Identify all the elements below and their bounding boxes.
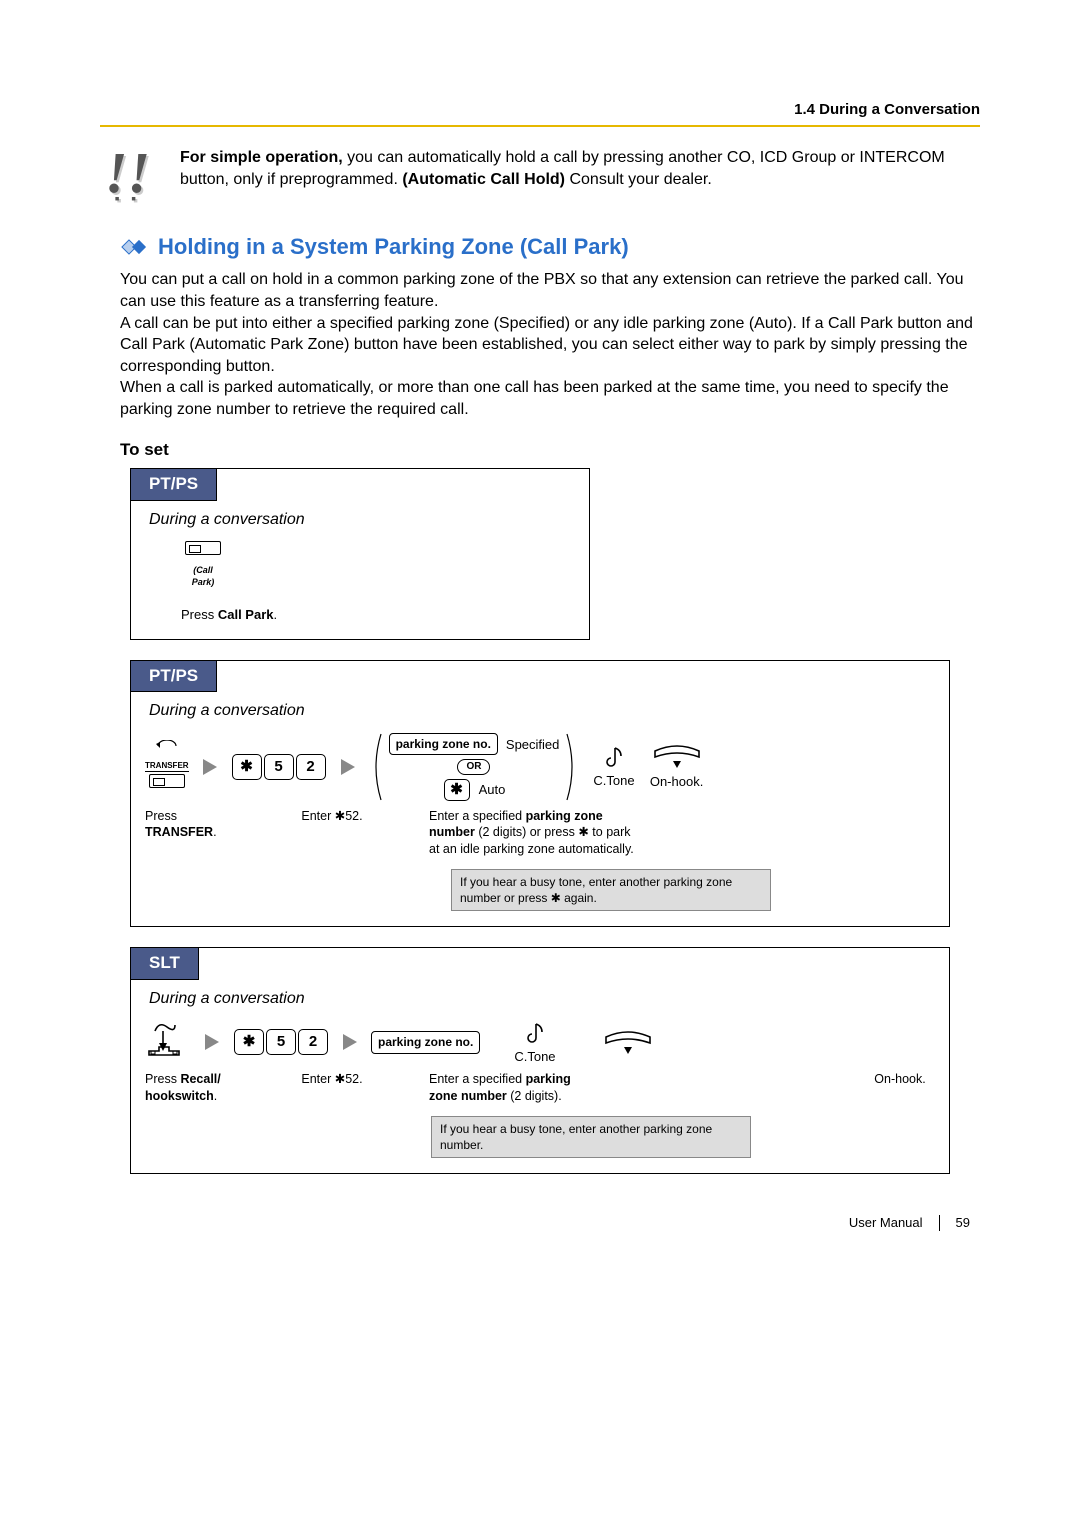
key-star: ✱ [232,754,262,780]
key-star: ✱ [234,1029,264,1055]
busy-note: If you hear a busy tone, enter another p… [431,1116,751,1158]
step-ctone: C.Tone [593,744,634,790]
key-2: 2 [296,754,326,780]
footer-divider [939,1215,940,1231]
caption-row: Press TRANSFER. Enter ✱52. Enter a speci… [131,808,949,857]
note-icon [522,1020,548,1046]
transfer-label: TRANSFER [145,761,189,773]
intro-text: For simple operation, you can automatica… [180,147,980,190]
step-keys: ✱52 [231,754,327,780]
diamond-icon [120,238,148,256]
cap-pre: Press [181,607,218,622]
intro-tail: Consult your dealer. [565,171,712,188]
exclaim-icon: !!▪ ▪ [100,147,155,207]
specified-label: Specified [506,736,559,754]
onhook-label: On-hook. [650,773,703,791]
header-section: 1.4 During a Conversation [794,100,980,120]
panel-tab: SLT [131,948,199,980]
cap-suf: . [274,607,278,622]
callpark-caption: Press Call Park. [181,606,589,624]
context-line: During a conversation [149,988,949,1010]
cap-onhook: On-hook. [865,1071,935,1087]
or-pill: OR [457,759,490,775]
pzn-box: parking zone no. [389,733,498,755]
page-footer: User Manual 59 [100,1214,980,1232]
step-keys: ✱52 [233,1029,329,1055]
t: . [214,1089,217,1103]
t: Press [145,1072,180,1086]
cap-pzn: Enter a specified parking zone number (2… [429,1071,599,1104]
t: Enter a specified [429,1072,526,1086]
flow-row: TRANSFER ✱52 parking zone no. Specified [131,732,949,802]
key-2: 2 [298,1029,328,1055]
handset-icon [649,743,705,769]
key-5: 5 [264,754,294,780]
intro-block: !!▪ ▪ For simple operation, you can auto… [100,147,980,207]
panel-tab: PT/PS [131,661,217,693]
step-onhook [600,1029,656,1055]
callpark-btn-label: (Call Park) [181,564,225,588]
t: Press [145,809,177,823]
ctone-label: C.Tone [593,772,634,790]
section-description: You can put a call on hold in a common p… [120,269,980,420]
t: . [213,825,216,839]
pzn-box: parking zone no. [371,1031,480,1053]
transfer-icon: TRANSFER [145,739,189,795]
key-5: 5 [266,1029,296,1055]
intro-lead-bold: For simple operation, [180,149,343,166]
cap-bold: Call Park [218,607,274,622]
step-hookswitch [145,1021,191,1063]
header-rule [100,125,980,127]
cap-options: Enter a specified parking zone number (2… [429,808,639,857]
key-star-auto: ✱ [444,779,470,801]
context-line: During a conversation [149,509,589,531]
section-title: Holding in a System Parking Zone (Call P… [100,232,980,262]
cap-keys: Enter ✱52. [277,1071,387,1087]
section-title-text: Holding in a System Parking Zone (Call P… [158,232,629,262]
step-pzn: parking zone no. [371,1031,480,1053]
cap-hookswitch: Press Recall/ hookswitch. [145,1071,235,1104]
arrow-icon [203,759,217,775]
t: Enter a specified [429,809,526,823]
note-icon [601,744,627,770]
flow-row: ✱52 parking zone no. C.Tone [131,1020,949,1066]
footer-manual: User Manual [849,1214,923,1232]
step-ctone: C.Tone [514,1020,555,1066]
panel-ptps-transfer: PT/PS During a conversation TRANSFER ✱52 [130,660,950,928]
step-transfer: TRANSFER [145,739,189,795]
step-options: parking zone no. Specified OR ✱ Auto [369,732,580,802]
cap-keys: Enter ✱52. [277,808,387,824]
footer-page: 59 [956,1214,970,1232]
auto-label: Auto [479,781,506,799]
handset-icon [600,1029,656,1055]
caption-row: Press Recall/ hookswitch. Enter ✱52. Ent… [131,1071,949,1104]
to-set-heading: To set [120,439,980,462]
t: TRANSFER [145,825,213,839]
context-line: During a conversation [149,700,949,722]
arrow-icon [341,759,355,775]
busy-note: If you hear a busy tone, enter another p… [451,869,771,911]
panel-tab: PT/PS [131,469,217,501]
intro-auto-hold: (Automatic Call Hold) [402,171,565,188]
ctone-label: C.Tone [514,1048,555,1066]
panel-ptps-callpark: PT/PS During a conversation (Call Park) … [130,468,590,640]
paren-left-icon [369,732,383,802]
cap-transfer: Press TRANSFER. [145,808,235,841]
callpark-button-icon: (Call Park) [181,540,225,588]
arrow-icon [205,1034,219,1050]
panel-slt: SLT During a conversation ✱52 [130,947,950,1174]
paren-right-icon [565,732,579,802]
hookswitch-icon [145,1021,191,1063]
t: (2 digits). [507,1089,562,1103]
arrow-icon [343,1034,357,1050]
step-onhook: On-hook. [649,743,705,791]
